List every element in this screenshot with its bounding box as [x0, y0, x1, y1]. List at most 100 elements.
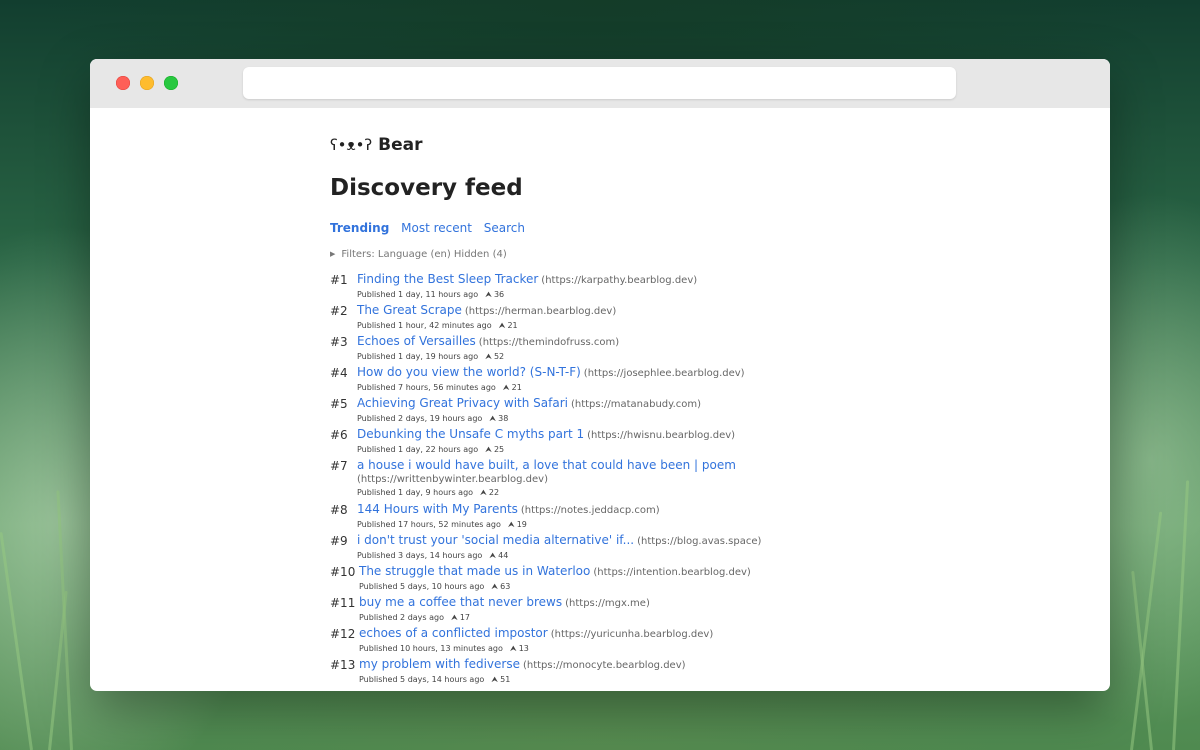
post-domain: (https://josephlee.bearblog.dev) — [583, 368, 745, 379]
post-rank: #9 — [330, 534, 348, 548]
post-published: Published 5 days, 14 hours ago — [359, 675, 485, 684]
post-domain: (https://monocyte.bearblog.dev) — [522, 660, 686, 671]
post-title-link[interactable]: a house i would have built, a love that … — [357, 458, 736, 472]
post-rank: #6 — [330, 428, 348, 442]
post-title-link[interactable]: 144 Hours with My Parents — [357, 502, 518, 516]
maximize-window-button[interactable] — [164, 76, 178, 90]
post-published: Published 1 day, 22 hours ago — [357, 445, 479, 454]
upvote-count: ⮝ 51 — [491, 675, 510, 684]
address-bar[interactable] — [243, 67, 956, 99]
post-rank: #3 — [330, 335, 348, 349]
post-rank: #12 — [330, 627, 356, 641]
upvote-icon: ⮝ — [480, 488, 487, 497]
post-domain: (https://writtenbywinter.bearblog.dev) — [357, 474, 548, 485]
upvote-number: 13 — [518, 644, 529, 653]
post-item: #9 i don't trust your 'social media alte… — [330, 533, 890, 562]
post-published: Published 3 days, 14 hours ago — [357, 551, 483, 560]
filters-toggle[interactable]: ▶ Filters: Language (en) Hidden (4) — [330, 249, 507, 260]
post-title-link[interactable]: The struggle that made us in Waterloo — [359, 564, 590, 578]
disclosure-triangle-icon: ▶ — [330, 250, 336, 258]
post-item: #3 Echoes of Versailles (https://themindo… — [330, 334, 890, 363]
post-title-link[interactable]: Echoes of Versailles — [357, 334, 476, 348]
post-published: Published 1 hour, 42 minutes ago — [357, 321, 492, 330]
post-domain: (https://themindofruss.com) — [478, 337, 620, 348]
upvote-icon: ⮝ — [491, 582, 499, 591]
post-published: Published 10 hours, 13 minutes ago — [359, 644, 503, 653]
tab-most-recent[interactable]: Most recent — [401, 221, 472, 235]
upvote-number: 21 — [507, 321, 518, 330]
upvote-count: ⮝ 63 — [491, 582, 510, 591]
upvote-count: ⮝ 36 — [485, 290, 504, 299]
close-window-button[interactable] — [116, 76, 130, 90]
upvote-number: 22 — [488, 488, 500, 497]
upvote-count: ⮝ 17 — [451, 613, 470, 622]
browser-window: ʕ•ᴥ•ʔ Bear Discovery feed Trending Most r… — [90, 59, 1110, 691]
post-item: #11 buy me a coffee that never brews (htt… — [330, 595, 890, 624]
upvote-number: 36 — [493, 290, 505, 299]
post-published: Published 1 day, 11 hours ago — [357, 290, 479, 299]
bear-face-logo: ʕ•ᴥ•ʔ — [330, 136, 373, 154]
upvote-icon: ⮝ — [507, 520, 515, 529]
post-domain: (https://matanabudy.com) — [570, 399, 702, 410]
post-title-link[interactable]: Finding the Best Sleep Tracker — [357, 272, 538, 286]
post-rank: #13 — [330, 658, 356, 672]
post-published: Published 1 day, 9 hours ago — [357, 488, 474, 497]
post-domain: (https://mgx.me) — [565, 598, 650, 609]
upvote-icon: ⮝ — [509, 644, 517, 653]
upvote-count: ⮝ 25 — [485, 445, 504, 454]
upvote-count: ⮝ 19 — [508, 520, 527, 529]
post-rank: #8 — [330, 503, 348, 517]
post-published: Published 2 days, 19 hours ago — [357, 414, 483, 423]
post-item: #2 The Great Scrape (https://herman.bearb… — [330, 303, 890, 332]
post-title-link[interactable]: i don't trust your 'social media alterna… — [357, 533, 634, 547]
upvote-number: 44 — [498, 551, 509, 560]
site-name: Bear — [378, 135, 423, 155]
post-domain: (https://herman.bearblog.dev) — [464, 306, 617, 317]
post-domain: (https://hwisnu.bearblog.dev) — [587, 430, 736, 441]
upvote-icon: ⮝ — [451, 613, 458, 622]
post-title-link[interactable]: The Great Scrape — [357, 303, 462, 317]
upvote-count: ⮝ 38 — [489, 414, 508, 423]
upvote-icon: ⮝ — [489, 414, 497, 423]
feed-tabs: Trending Most recent Search — [330, 221, 533, 235]
upvote-icon: ⮝ — [491, 675, 499, 684]
upvote-count: ⮝ 13 — [510, 644, 529, 653]
post-domain: (https://blog.avas.space) — [637, 536, 762, 547]
post-rank: #4 — [330, 366, 348, 380]
post-item: #10 The struggle that made us in Waterlo… — [330, 564, 890, 593]
upvote-count: ⮝ 22 — [480, 488, 499, 497]
post-rank: #7 — [330, 459, 348, 473]
post-title-link[interactable]: Debunking the Unsafe C myths part 1 — [357, 427, 584, 441]
post-item: #7 a house i would have built, a love th… — [330, 458, 890, 499]
upvote-icon: ⮝ — [489, 551, 497, 560]
post-rank: #10 — [330, 565, 356, 579]
post-domain: (https://notes.jeddacp.com) — [520, 505, 660, 516]
post-item: #12 echoes of a conflicted impostor (http… — [330, 626, 890, 655]
post-domain: (https://intention.bearblog.dev) — [593, 567, 751, 578]
page-title: Discovery feed — [330, 175, 523, 201]
post-title-link[interactable]: echoes of a conflicted impostor — [359, 626, 548, 640]
post-item: #13 my problem with fediverse (https://mo… — [330, 657, 890, 686]
post-published: Published 17 hours, 52 minutes ago — [357, 520, 501, 529]
tab-search[interactable]: Search — [484, 221, 525, 235]
upvote-count: ⮝ 44 — [489, 551, 508, 560]
post-item: #8 144 Hours with My Parents (https://not… — [330, 502, 890, 531]
post-rank: #11 — [330, 596, 356, 610]
minimize-window-button[interactable] — [140, 76, 154, 90]
post-title-link[interactable]: How do you view the world? (S-N-T-F) — [357, 365, 581, 379]
post-rank: #5 — [330, 397, 348, 411]
tab-trending[interactable]: Trending — [330, 221, 389, 235]
upvote-number: 21 — [511, 383, 522, 392]
site-logo-link[interactable]: ʕ•ᴥ•ʔ Bear — [330, 135, 422, 155]
post-published: Published 1 day, 19 hours ago — [357, 352, 479, 361]
post-title-link[interactable]: Achieving Great Privacy with Safari — [357, 396, 568, 410]
upvote-number: 19 — [516, 520, 527, 529]
post-domain: (https://karpathy.bearblog.dev) — [541, 275, 698, 286]
post-title-link[interactable]: my problem with fediverse — [359, 657, 520, 671]
filters-label: Filters: Language (en) Hidden (4) — [341, 249, 507, 260]
upvote-number: 51 — [500, 675, 511, 684]
browser-titlebar — [90, 59, 1110, 108]
post-title-link[interactable]: buy me a coffee that never brews — [359, 595, 562, 609]
upvote-number: 63 — [500, 582, 511, 591]
post-published: Published 2 days ago — [359, 613, 444, 622]
